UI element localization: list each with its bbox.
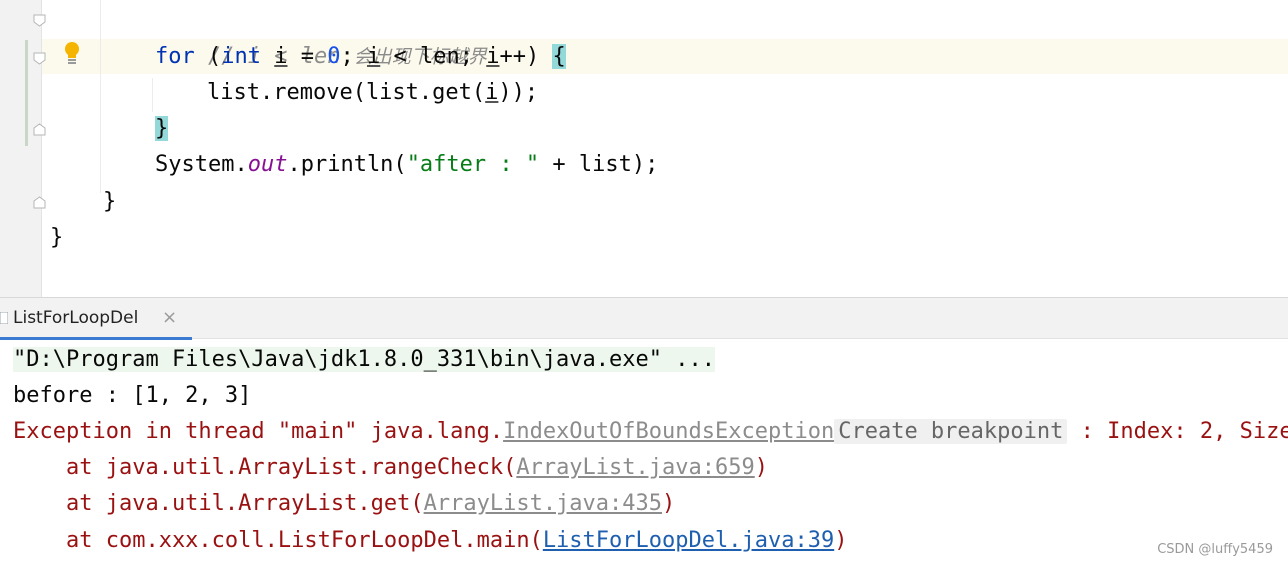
stack-frame-suffix: ) bbox=[754, 455, 768, 480]
code-token: } bbox=[50, 225, 64, 250]
stack-frame-link[interactable]: ListForLoopDel.java:39 bbox=[543, 528, 834, 553]
stack-frame-suffix: ) bbox=[662, 491, 676, 516]
keyword-for: for bbox=[155, 44, 195, 69]
code-token: ( bbox=[194, 44, 222, 69]
stack-frame-line: at com.xxx.coll.ListForLoopDel.main(List… bbox=[13, 524, 848, 558]
indent-guide bbox=[152, 78, 153, 112]
code-token: System. bbox=[155, 152, 248, 177]
create-breakpoint-button[interactable]: Create breakpoint bbox=[834, 419, 1068, 444]
variable-i: i bbox=[486, 44, 500, 69]
field-out: out bbox=[247, 152, 288, 177]
command-text: "D:\Program Files\Java\jdk1.8.0_331\bin\… bbox=[13, 347, 715, 372]
code-line-for[interactable]: for (int i = 0; i < len; i++) { bbox=[155, 39, 566, 75]
code-token: = bbox=[287, 44, 328, 69]
stack-frame-prefix: at com.xxx.coll.ListForLoopDel.main( bbox=[13, 528, 543, 553]
fold-marker-icon[interactable] bbox=[33, 196, 46, 209]
console-output[interactable]: "D:\Program Files\Java\jdk1.8.0_331\bin\… bbox=[0, 340, 1288, 566]
stack-frame-prefix: at java.util.ArrayList.rangeCheck( bbox=[13, 455, 517, 480]
code-token: < len; bbox=[380, 44, 487, 69]
code-token: list.remove(list.get( bbox=[207, 80, 486, 105]
keyword-int: int bbox=[221, 44, 261, 69]
code-token: + list); bbox=[539, 152, 659, 177]
stack-frame-line: at java.util.ArrayList.rangeCheck(ArrayL… bbox=[13, 451, 768, 485]
code-editor[interactable]: // i < len 会出现下标越界 for (int i = 0; i < l… bbox=[0, 0, 1288, 297]
lightbulb-icon[interactable] bbox=[62, 41, 82, 67]
stack-frame-link[interactable]: ArrayList.java:659 bbox=[516, 455, 754, 480]
vcs-change-marker[interactable] bbox=[25, 40, 28, 146]
close-icon[interactable]: × bbox=[162, 307, 177, 328]
stack-frame-suffix: ) bbox=[834, 528, 848, 553]
code-line-println[interactable]: System.out.println("after : " + list); bbox=[155, 147, 658, 183]
code-token: ++) bbox=[499, 44, 553, 69]
exception-prefix: Exception in thread "main" java.lang. bbox=[13, 419, 504, 444]
run-config-icon bbox=[0, 312, 8, 324]
code-token: )); bbox=[498, 80, 539, 105]
code-line-comment[interactable]: // i < len 会出现下标越界 bbox=[155, 3, 487, 69]
variable-i: i bbox=[367, 44, 381, 69]
code-line-close-for[interactable]: } bbox=[155, 111, 169, 147]
stack-frame-line: at java.util.ArrayList.get(ArrayList.jav… bbox=[13, 487, 675, 521]
tab-label: ListForLoopDel bbox=[13, 308, 139, 328]
editor-gutter[interactable] bbox=[0, 0, 42, 297]
code-token: } bbox=[103, 189, 117, 214]
fold-marker-icon[interactable] bbox=[33, 52, 46, 65]
fold-marker-icon[interactable] bbox=[33, 123, 46, 136]
watermark: CSDN @luffy5459 bbox=[1157, 542, 1273, 557]
matched-brace-open: { bbox=[552, 44, 566, 69]
console-stdout-line: before : [1, 2, 3] bbox=[13, 383, 252, 408]
run-toolwindow-header: ListForLoopDel × bbox=[0, 297, 1288, 341]
console-exception-line: Exception in thread "main" java.lang.Ind… bbox=[13, 415, 1288, 449]
exception-message: : Index: 2, Size: 1 bbox=[1080, 419, 1288, 444]
code-token: .println( bbox=[287, 152, 407, 177]
variable-i: i bbox=[485, 80, 499, 105]
fold-marker-icon[interactable] bbox=[33, 14, 46, 27]
string-literal: "after : " bbox=[406, 152, 540, 177]
tab-run-config[interactable]: ListForLoopDel × bbox=[0, 298, 192, 341]
code-line-remove[interactable]: list.remove(list.get(i)); bbox=[207, 75, 538, 111]
matched-brace-close: } bbox=[155, 116, 169, 141]
stack-frame-prefix: at java.util.ArrayList.get( bbox=[13, 491, 424, 516]
indent-guide bbox=[100, 0, 101, 193]
console-command-line: "D:\Program Files\Java\jdk1.8.0_331\bin\… bbox=[13, 343, 715, 377]
number-literal: 0 bbox=[327, 44, 341, 69]
stack-frame-link[interactable]: ArrayList.java:435 bbox=[424, 491, 662, 516]
code-line-close-class[interactable]: } bbox=[50, 220, 63, 256]
exception-class-link[interactable]: IndexOutOfBoundsException bbox=[503, 419, 834, 444]
code-token: ; bbox=[340, 44, 367, 69]
code-line-close-method[interactable]: } bbox=[103, 184, 116, 220]
variable-i: i bbox=[274, 44, 288, 69]
